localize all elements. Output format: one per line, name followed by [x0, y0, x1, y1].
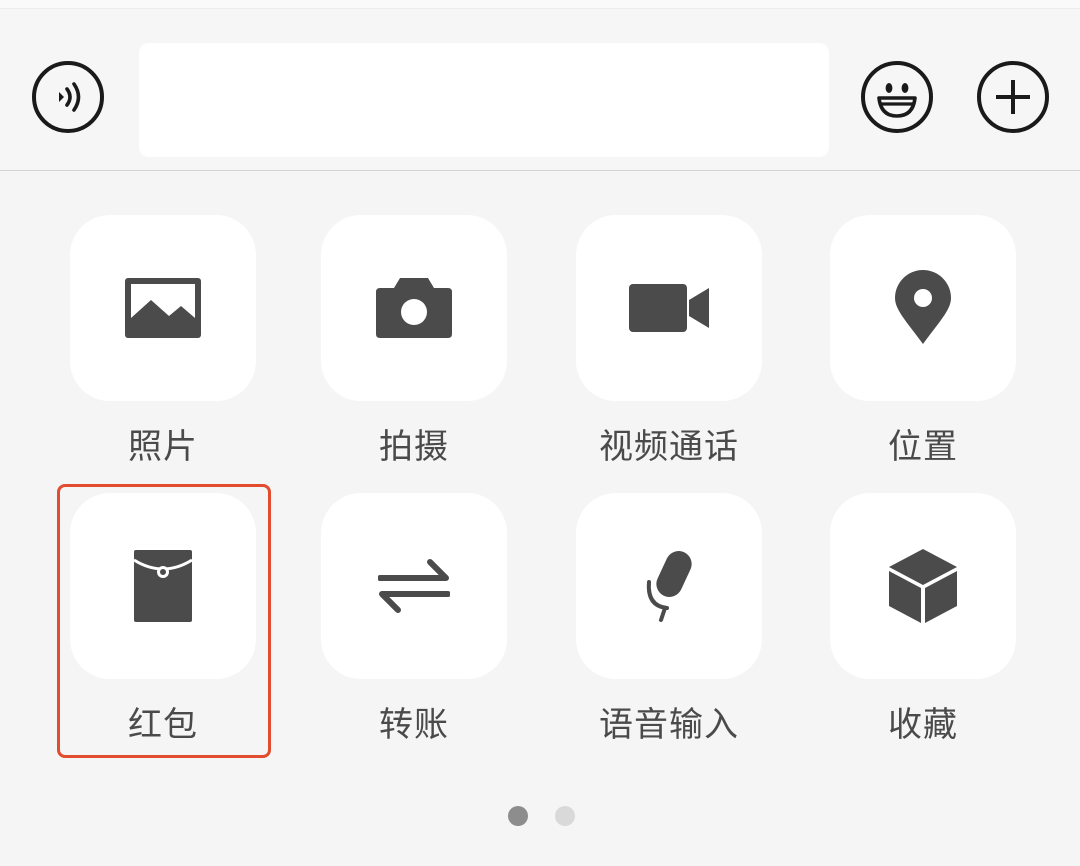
voice-toggle-button[interactable] — [32, 61, 104, 133]
action-transfer-label: 转账 — [379, 705, 449, 745]
action-favorites-tile[interactable] — [830, 493, 1016, 679]
chat-input-bar — [0, 9, 1080, 171]
camera-icon — [376, 278, 452, 338]
action-video-call-label: 视频通话 — [599, 427, 739, 467]
action-photo-tile[interactable] — [70, 215, 256, 401]
action-red-packet-tile[interactable] — [70, 493, 256, 679]
action-voice-input[interactable]: 语音输入 — [576, 493, 762, 746]
action-transfer[interactable]: 转账 — [321, 493, 507, 746]
message-input[interactable] — [139, 43, 829, 157]
top-edge — [0, 0, 1080, 9]
favorites-cube-icon — [889, 549, 957, 623]
action-camera-tile[interactable] — [321, 215, 507, 401]
action-photo[interactable]: 照片 — [70, 215, 256, 468]
page-indicator-dot-active[interactable] — [508, 806, 528, 826]
action-favorites[interactable]: 收藏 — [830, 493, 1016, 746]
action-red-packet[interactable]: 红包 — [70, 493, 256, 746]
red-packet-icon — [133, 550, 193, 622]
location-pin-icon — [895, 270, 951, 344]
page-indicator-dot[interactable] — [555, 806, 575, 826]
more-functions-button[interactable] — [977, 61, 1049, 133]
photo-icon — [125, 278, 201, 338]
action-red-packet-label: 红包 — [128, 705, 198, 745]
action-location[interactable]: 位置 — [830, 215, 1016, 468]
video-call-icon — [629, 284, 709, 332]
action-video-call-tile[interactable] — [576, 215, 762, 401]
action-favorites-label: 收藏 — [888, 705, 958, 745]
emoji-button[interactable] — [861, 61, 933, 133]
action-camera[interactable]: 拍摄 — [321, 215, 507, 468]
emoji-icon — [877, 83, 917, 118]
action-photo-label: 照片 — [128, 427, 198, 467]
action-voice-input-label: 语音输入 — [599, 705, 739, 745]
voice-input-icon — [59, 82, 81, 112]
action-camera-label: 拍摄 — [379, 427, 449, 467]
microphone-icon — [646, 551, 692, 622]
action-video-call[interactable]: 视频通话 — [576, 215, 762, 468]
action-voice-input-tile[interactable] — [576, 493, 762, 679]
transfer-arrows-icon — [378, 559, 450, 613]
action-transfer-tile[interactable] — [321, 493, 507, 679]
action-location-tile[interactable] — [830, 215, 1016, 401]
action-location-label: 位置 — [888, 427, 958, 467]
plus-icon — [996, 80, 1030, 114]
